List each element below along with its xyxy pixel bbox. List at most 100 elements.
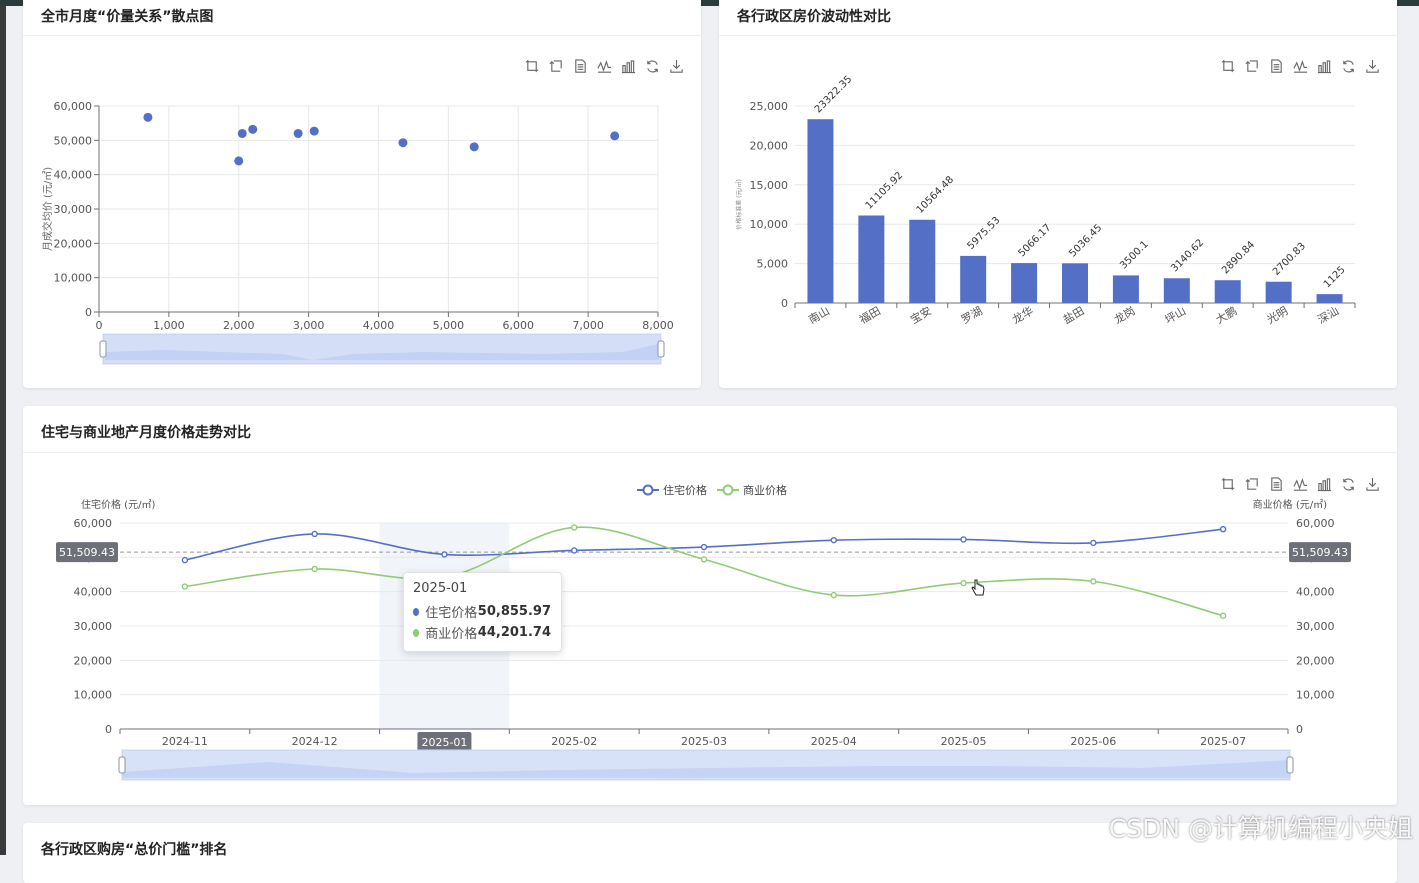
scatter-point <box>248 124 258 134</box>
series-point <box>700 543 708 551</box>
datazoom-handle[interactable] <box>657 340 665 358</box>
axis-pointer-label: 2025-01 <box>421 736 467 749</box>
x-tick-label: 南山 <box>806 304 832 326</box>
sidebar-edge <box>0 6 6 855</box>
scatter-point <box>293 128 303 138</box>
bar <box>1214 280 1241 303</box>
x-tick-label: 6,000 <box>503 319 535 332</box>
y-tick-label: 50,000 <box>54 134 93 147</box>
bar <box>1265 281 1292 303</box>
series-dot-icon <box>413 607 420 616</box>
series-point <box>830 591 837 599</box>
series-point <box>181 583 189 590</box>
series-point <box>311 530 318 538</box>
scatter-point <box>143 112 153 122</box>
series-point <box>830 536 837 544</box>
x-tick-label: 宝安 <box>908 303 934 326</box>
x-tick-label: 5,000 <box>433 319 465 332</box>
right-y-tick-label: 30,000 <box>1296 620 1335 633</box>
bar-data-label: 10564.48 <box>915 174 957 216</box>
series-point <box>960 579 967 587</box>
scatter-point <box>398 138 408 148</box>
scatter-chart[interactable]: 0 1,000 2,000 3,000 4,000 5,000 6,000 7,000 8,00… <box>23 0 701 388</box>
scatter-point <box>469 142 479 152</box>
series-point <box>1219 612 1227 619</box>
series-point <box>181 556 189 564</box>
series-line[interactable] <box>184 526 1224 617</box>
right-markline-label: 51,509.43 <box>1289 542 1351 563</box>
x-tick-label: 深汕 <box>1315 304 1341 326</box>
y-tick-label: 60,000 <box>54 100 93 113</box>
y-tick-label: 20,000 <box>750 139 789 152</box>
volatility-card: 各行政区房价波动性对比 0 5,000 10,000 15,000 20,000 25,0… <box>719 0 1397 388</box>
datazoom-handle[interactable] <box>1286 756 1294 774</box>
tooltip-row: 住宅价格 50,855.97 <box>413 601 551 622</box>
x-tick-label: 0 <box>96 319 103 332</box>
x-tick-label: 7,000 <box>572 319 604 332</box>
left-y-tick-label: 10,000 <box>74 689 113 702</box>
x-tick-label: 2024-11 <box>162 735 208 748</box>
scatter-point <box>234 156 244 166</box>
bar <box>1163 278 1190 303</box>
trend-card: 住宅与商业地产月度价格走势对比 住宅价格 商业价格 0 0 10,000 10,000 2… <box>23 406 1397 805</box>
series-point <box>441 551 448 558</box>
y-tick-label: 15,000 <box>750 179 789 192</box>
volatility-bar-chart[interactable]: 0 5,000 10,000 15,000 20,000 25,000 价格标准差 (元/㎡… <box>719 0 1397 388</box>
bar <box>858 215 885 303</box>
left-y-tick-label: 30,000 <box>74 620 113 633</box>
x-tick-label: 4,000 <box>363 319 395 332</box>
x-tick-label: 盐田 <box>1061 304 1087 326</box>
x-tick-label: 2025-07 <box>1200 735 1246 748</box>
x-tick-label: 2025-06 <box>1070 735 1116 748</box>
trend-line-chart[interactable]: 0 0 10,000 10,000 20,000 20,000 30,000 30,000 40… <box>23 406 1397 805</box>
y-tick-label: 0 <box>85 306 92 319</box>
y-tick-label: 20,000 <box>54 237 93 250</box>
series-point <box>960 536 967 543</box>
bar <box>1011 263 1038 303</box>
bar <box>807 119 834 303</box>
datazoom-handle[interactable] <box>118 756 126 774</box>
x-tick-label: 2,000 <box>223 319 255 332</box>
series-point <box>1219 525 1227 533</box>
y-tick-label: 5,000 <box>757 258 789 271</box>
tooltip-series-value: 50,855.97 <box>477 604 551 619</box>
left-y-tick-label: 20,000 <box>74 654 113 667</box>
bar <box>909 219 936 303</box>
ranking-card-title: 各行政区购房“总价门槛”排名 <box>41 842 228 858</box>
series-dot-icon <box>413 628 420 637</box>
csdn-watermark: CSDN @计算机编程小央姐 <box>1108 814 1413 843</box>
scatter-point <box>237 128 247 138</box>
bar-data-label: 2890.84 <box>1220 239 1257 276</box>
bar <box>960 255 987 303</box>
tooltip-row: 商业价格 44,201.74 <box>413 622 551 643</box>
scatter-card: 全市月度“价量关系”散点图 0 1,000 2,000 3,000 4,000 5,000… <box>23 0 701 388</box>
bar-data-label: 11105.92 <box>864 170 906 212</box>
bar-data-label: 3500.1 <box>1118 239 1151 272</box>
markline-label-text: 51,509.43 <box>1292 546 1348 559</box>
x-tick-label: 光明 <box>1264 303 1290 326</box>
x-tick-label: 2025-03 <box>681 735 727 748</box>
x-tick-label: 8,000 <box>642 319 674 332</box>
y-tick-label: 0 <box>781 297 788 310</box>
datazoom-selection <box>122 750 1290 780</box>
tooltip-series-name: 商业价格 <box>425 627 478 642</box>
datazoom-handle[interactable] <box>99 340 107 358</box>
tooltip-title: 2025-01 <box>413 581 468 596</box>
bar-data-label: 5066.17 <box>1016 222 1053 259</box>
right-y-tick-label: 10,000 <box>1296 689 1335 702</box>
scatter-point <box>309 126 319 136</box>
bar-data-label: 23322.35 <box>813 74 855 116</box>
x-tick-label: 2025-04 <box>811 735 857 748</box>
bar <box>1062 263 1088 303</box>
tooltip-series-name: 住宅价格 <box>425 606 478 621</box>
tooltip-series-value: 44,201.74 <box>477 625 551 640</box>
x-tick-label: 1,000 <box>153 319 185 332</box>
x-tick-label: 坪山 <box>1163 304 1189 326</box>
x-tick-label: 龙岗 <box>1112 304 1138 326</box>
series-point <box>311 565 318 573</box>
y-axis-label: 价格标准差 (元/㎡) <box>735 179 743 230</box>
left-markline-label: 51,509.43 <box>56 542 118 563</box>
right-y-axis-label: 商业价格 (元/㎡) <box>1253 498 1327 511</box>
markline-label-text: 51,509.43 <box>59 546 115 559</box>
x-tick-label: 龙华 <box>1010 303 1036 326</box>
